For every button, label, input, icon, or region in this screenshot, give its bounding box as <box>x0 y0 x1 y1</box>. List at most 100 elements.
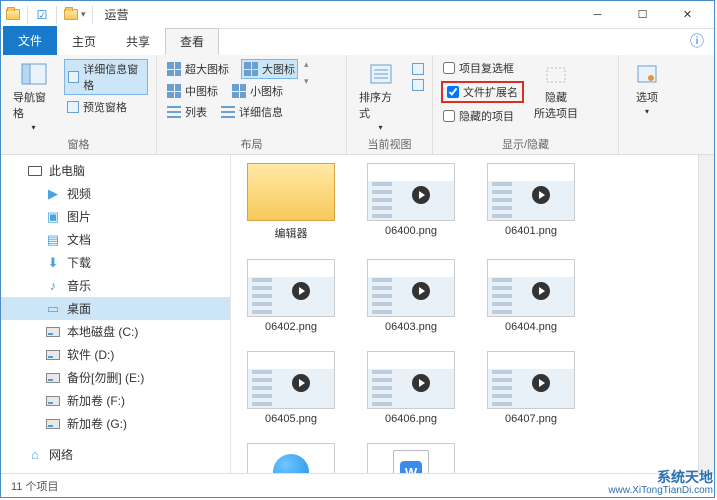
file-thumbnail <box>247 259 335 317</box>
file-item[interactable]: 编辑器 <box>243 163 339 241</box>
detail-pane-icon <box>68 71 79 83</box>
column-add-icon[interactable] <box>412 63 424 75</box>
titlebar: ☑ ▾ 运营 ─ ☐ ✕ <box>1 1 714 29</box>
sort-icon <box>366 61 396 87</box>
close-button[interactable]: ✕ <box>665 1 710 29</box>
tree-videos[interactable]: ▶视频 <box>1 182 230 205</box>
file-thumbnail <box>247 351 335 409</box>
file-item[interactable]: 06400.png <box>363 163 459 241</box>
list-icon <box>221 106 235 118</box>
picture-icon: ▣ <box>45 210 61 224</box>
file-thumbnail <box>487 259 575 317</box>
drive-icon <box>45 394 61 408</box>
hide-selected-button[interactable]: 隐藏 所选项目 <box>530 59 582 123</box>
video-icon: ▶ <box>45 187 61 201</box>
pc-icon <box>27 164 43 178</box>
ribbon: 导航窗格 ▾ 详细信息窗格 预览窗格 窗格 超大图标 大图标 中图标 <box>1 55 714 155</box>
file-item[interactable]: W绘图1.docx <box>363 443 459 473</box>
file-label: 06401.png <box>505 225 557 237</box>
file-item[interactable]: 极速浏览QQQQ浏览器.jpg <box>243 443 339 473</box>
minimize-button[interactable]: ─ <box>575 1 620 29</box>
tab-file[interactable]: 文件 <box>3 26 57 55</box>
group-current-view-label: 当前视图 <box>355 134 424 152</box>
nav-pane-icon <box>19 61 49 87</box>
preview-pane-icon <box>67 101 79 113</box>
window-title: 运营 <box>105 6 129 23</box>
nav-pane-label: 导航窗格 <box>13 89 54 121</box>
tab-view[interactable]: 查看 <box>165 28 219 55</box>
file-item[interactable]: 06402.png <box>243 259 339 333</box>
ribbon-tabs: 文件 主页 共享 查看 ⓘ <box>1 29 714 55</box>
file-item[interactable]: 06403.png <box>363 259 459 333</box>
drive-icon <box>45 348 61 362</box>
grid-icon <box>232 84 246 98</box>
group-show-hide-label: 显示/隐藏 <box>441 134 610 152</box>
tree-drive-c[interactable]: 本地磁盘 (C:) <box>1 320 230 343</box>
document-icon: ▤ <box>45 233 61 247</box>
file-label: 06404.png <box>505 321 557 333</box>
file-item[interactable]: 06406.png <box>363 351 459 425</box>
file-label: 06402.png <box>265 321 317 333</box>
layout-small-icons[interactable]: 小图标 <box>230 82 285 100</box>
folder-icon <box>63 7 79 23</box>
drive-icon <box>45 417 61 431</box>
vertical-scrollbar[interactable] <box>698 155 714 473</box>
tree-drive-f[interactable]: 新加卷 (F:) <box>1 389 230 412</box>
preview-pane-toggle[interactable]: 预览窗格 <box>64 98 148 116</box>
file-label: 06400.png <box>385 225 437 237</box>
nav-tree[interactable]: 此电脑 ▶视频 ▣图片 ▤文档 ⬇下载 ♪音乐 ▭桌面 本地磁盘 (C:) 软件… <box>1 155 231 473</box>
tree-network[interactable]: ⌂网络 <box>1 443 230 466</box>
layout-medium-icons[interactable]: 中图标 <box>165 82 220 100</box>
file-label: 编辑器 <box>275 225 308 241</box>
check-icon[interactable]: ☑ <box>34 7 50 23</box>
file-grid[interactable]: 编辑器 06400.png 06401.png 06402.png 06403.png 0… <box>231 155 698 473</box>
file-item[interactable]: 06401.png <box>483 163 579 241</box>
ribbon-help-icon[interactable]: ⓘ <box>680 27 714 55</box>
folder-icon <box>5 7 21 23</box>
tree-music[interactable]: ♪音乐 <box>1 274 230 297</box>
checkbox-hidden-items[interactable]: 隐藏的项目 <box>441 107 524 125</box>
download-icon: ⬇ <box>45 256 61 270</box>
column-size-icon[interactable] <box>412 79 424 91</box>
file-thumbnail <box>367 163 455 221</box>
drive-icon <box>45 325 61 339</box>
list-icon <box>167 106 181 118</box>
nav-pane-button[interactable]: 导航窗格 ▾ <box>9 59 58 134</box>
options-button[interactable]: 选项▾ <box>628 59 666 118</box>
layout-large-icons[interactable]: 大图标 <box>241 59 298 79</box>
file-item[interactable]: 06405.png <box>243 351 339 425</box>
tree-pictures[interactable]: ▣图片 <box>1 205 230 228</box>
detail-pane-toggle[interactable]: 详细信息窗格 <box>64 59 148 95</box>
tab-share[interactable]: 共享 <box>111 28 165 55</box>
desktop-icon: ▭ <box>45 302 61 316</box>
maximize-button[interactable]: ☐ <box>620 1 665 29</box>
file-thumbnail: W <box>367 443 455 473</box>
tree-downloads[interactable]: ⬇下载 <box>1 251 230 274</box>
grid-icon <box>167 84 181 98</box>
file-label: 06405.png <box>265 413 317 425</box>
tree-drive-g[interactable]: 新加卷 (G:) <box>1 412 230 435</box>
group-panes-label: 窗格 <box>9 134 148 152</box>
music-icon: ♪ <box>45 279 61 293</box>
layout-details[interactable]: 详细信息 <box>219 103 285 121</box>
item-count: 11 个项目 <box>11 478 58 494</box>
network-icon: ⌂ <box>27 448 43 462</box>
layout-list[interactable]: 列表 <box>165 103 209 121</box>
options-icon <box>632 61 662 87</box>
tree-drive-e[interactable]: 备份[勿删] (E:) <box>1 366 230 389</box>
file-item[interactable]: 06407.png <box>483 351 579 425</box>
status-bar: 11 个项目 <box>1 473 714 497</box>
sort-button[interactable]: 排序方式▾ <box>355 59 406 134</box>
tree-drive-d[interactable]: 软件 (D:) <box>1 343 230 366</box>
file-item[interactable]: 06404.png <box>483 259 579 333</box>
tree-desktop[interactable]: ▭桌面 <box>1 297 230 320</box>
tab-home[interactable]: 主页 <box>57 28 111 55</box>
checkbox-item-checkboxes[interactable]: 项目复选框 <box>441 59 524 77</box>
file-thumbnail <box>247 163 335 221</box>
file-label: 06403.png <box>385 321 437 333</box>
file-label: 06406.png <box>385 413 437 425</box>
tree-this-pc[interactable]: 此电脑 <box>1 159 230 182</box>
tree-documents[interactable]: ▤文档 <box>1 228 230 251</box>
layout-xl-icons[interactable]: 超大图标 <box>165 59 231 79</box>
checkbox-file-extensions[interactable]: 文件扩展名 <box>445 83 520 101</box>
